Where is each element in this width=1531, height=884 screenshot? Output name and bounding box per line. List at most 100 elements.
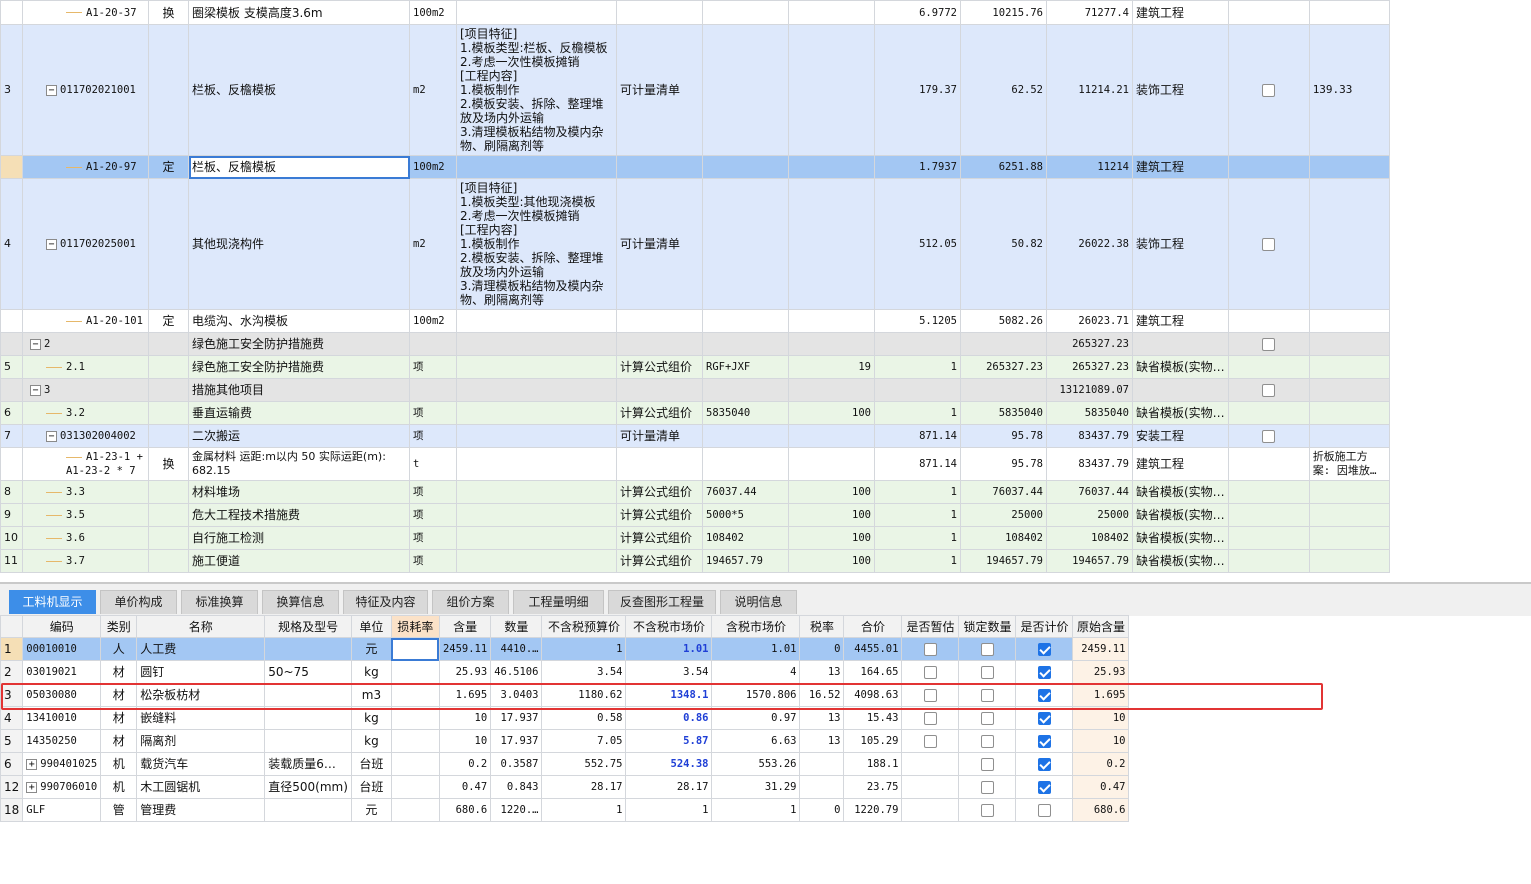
resource-spec[interactable] xyxy=(264,798,352,822)
tax-market-price[interactable]: 4 xyxy=(711,660,801,684)
expand-toggle[interactable]: + xyxy=(26,758,38,770)
lock-qty-checkbox[interactable] xyxy=(980,758,994,771)
loss-rate[interactable] xyxy=(390,660,440,684)
code-cell[interactable]: A1-23-1 + A1-23-2 * 7 xyxy=(22,447,149,481)
collapse-toggle[interactable]: − xyxy=(46,238,57,250)
resource-row[interactable]: 18 GLF 管管理费元 680.6 1220.… 1 1 1 0 1220.79 680.6 xyxy=(0,798,1130,822)
market-price[interactable]: 1 xyxy=(625,798,713,822)
priced-cell[interactable] xyxy=(1015,706,1074,730)
code-cell[interactable]: 2.1 xyxy=(22,355,149,379)
lock-qty-cell[interactable] xyxy=(958,660,1017,684)
priced-checkbox[interactable] xyxy=(1037,758,1051,771)
tax-market-price[interactable]: 553.26 xyxy=(711,752,801,776)
checkbox-cell[interactable] xyxy=(1227,480,1310,504)
measure-row[interactable]: 5 2.1 绿色施工安全防护措施费项计算公式组价 RGF+JXF 19 1 265327.2… xyxy=(0,355,1390,379)
collapse-toggle[interactable]: − xyxy=(30,338,41,350)
checkbox-cell[interactable] xyxy=(1227,378,1310,402)
checkbox[interactable] xyxy=(1262,238,1276,251)
code-cell[interactable]: −011702021001 xyxy=(22,24,149,156)
resource-name[interactable]: 圆钉 xyxy=(136,660,266,684)
tax-rate[interactable] xyxy=(799,752,845,776)
code-cell[interactable]: A1-20-97 xyxy=(22,155,149,179)
loss-rate[interactable] xyxy=(390,798,440,822)
tax-rate[interactable]: 16.52 xyxy=(799,683,845,707)
checkbox-cell[interactable] xyxy=(1227,526,1310,550)
checkbox-cell[interactable] xyxy=(1227,401,1310,425)
checkbox-cell[interactable] xyxy=(1227,332,1310,356)
estimate-checkbox[interactable] xyxy=(923,712,937,725)
checkbox[interactable] xyxy=(1262,84,1276,97)
estimate-checkbox[interactable] xyxy=(923,689,937,702)
resource-name[interactable]: 人工费 xyxy=(136,637,266,661)
measure-row[interactable]: 10 3.6 自行施工检测项计算公式组价 108402 100 1 108402 108402… xyxy=(0,526,1390,550)
resource-code[interactable]: GLF xyxy=(22,798,102,822)
tax-market-price[interactable]: 0.97 xyxy=(711,706,801,730)
item-name[interactable]: 电缆沟、水沟模板 xyxy=(188,309,410,333)
resource-row[interactable]: 5 14350250 材隔离剂 kg 10 17.937 7.05 5.87 6.63 13 105… xyxy=(0,729,1130,753)
measure-row[interactable]: 8 3.3 材料堆场项计算公式组价 76037.44 100 1 76037.44 76037… xyxy=(0,480,1390,504)
code-cell[interactable]: A1-20-37 xyxy=(22,0,149,25)
resource-name[interactable]: 松杂板枋材 xyxy=(136,683,266,707)
item-name[interactable]: 栏板、反檐模板 xyxy=(188,155,410,179)
priced-checkbox[interactable] xyxy=(1037,735,1051,748)
column-header[interactable]: 锁定数量 xyxy=(958,615,1017,638)
code-cell[interactable]: A1-20-101 xyxy=(22,309,149,333)
column-header[interactable]: 合价 xyxy=(843,615,903,638)
lock-qty-cell[interactable] xyxy=(958,798,1017,822)
code-cell[interactable]: 3.7 xyxy=(22,549,149,573)
resource-name[interactable]: 嵌缝料 xyxy=(136,706,266,730)
item-name[interactable]: 绿色施工安全防护措施费 xyxy=(188,355,410,379)
priced-cell[interactable] xyxy=(1015,798,1074,822)
market-price[interactable]: 1.01 xyxy=(625,637,713,661)
item-name[interactable]: 二次搬运 xyxy=(188,424,410,448)
tax-market-price[interactable]: 1570.806 xyxy=(711,683,801,707)
content-qty[interactable]: 2459.11 xyxy=(438,637,492,661)
tab-1[interactable]: 工料机显示 xyxy=(9,590,96,614)
priced-checkbox[interactable] xyxy=(1037,804,1051,817)
code-cell[interactable]: 3.5 xyxy=(22,503,149,527)
resource-row[interactable]: 4 13410010 材嵌缝料 kg 10 17.937 0.58 0.86 0.97 13 15.… xyxy=(0,706,1130,730)
column-header[interactable]: 编码 xyxy=(22,615,102,638)
tax-rate[interactable]: 0 xyxy=(799,798,845,822)
loss-rate[interactable] xyxy=(390,706,440,730)
measure-row[interactable]: 3−011702021001 栏板、反檐模板 m2 [项目特征] 1.模板类型:栏板、… xyxy=(0,24,1390,156)
column-header[interactable]: 是否暂估 xyxy=(901,615,960,638)
checkbox[interactable] xyxy=(1262,338,1276,351)
lock-qty-cell[interactable] xyxy=(958,775,1017,799)
lock-qty-cell[interactable] xyxy=(958,752,1017,776)
tax-rate[interactable]: 13 xyxy=(799,706,845,730)
tab-5[interactable]: 特征及内容 xyxy=(343,590,428,614)
measure-row[interactable]: A1-20-97 定栏板、反檐模板 100m2 1.7937 6251.88 11214 建… xyxy=(0,155,1390,179)
tax-market-price[interactable]: 1 xyxy=(711,798,801,822)
resource-code[interactable]: +990401025 xyxy=(22,752,102,776)
resource-spec[interactable] xyxy=(264,637,352,661)
resource-row[interactable]: 12 +990706010 机木工圆锯机 直径500(mm) 台班 0.47 0.843 28… xyxy=(0,775,1130,799)
resource-spec[interactable] xyxy=(264,729,352,753)
priced-checkbox[interactable] xyxy=(1037,781,1051,794)
estimate-checkbox[interactable] xyxy=(923,666,937,679)
tax-rate[interactable]: 13 xyxy=(799,660,845,684)
content-qty[interactable]: 25.93 xyxy=(438,660,492,684)
item-name[interactable]: 金属材料 运距:m以内 50 实际运距(m): 682.15 xyxy=(188,447,410,481)
content-qty[interactable]: 0.2 xyxy=(438,752,492,776)
priced-checkbox[interactable] xyxy=(1037,712,1051,725)
item-name[interactable]: 自行施工检测 xyxy=(188,526,410,550)
checkbox-cell[interactable] xyxy=(1227,503,1310,527)
estimate-checkbox[interactable] xyxy=(923,735,937,748)
resource-code[interactable]: 14350250 xyxy=(22,729,102,753)
lock-qty-cell[interactable] xyxy=(958,683,1017,707)
measure-row[interactable]: 11 3.7 施工便道项计算公式组价 194657.79 100 1 194657.79 19… xyxy=(0,549,1390,573)
resource-row[interactable]: 6 +990401025 机载货汽车 装载质量6… 台班 0.2 0.3587 552.75 5… xyxy=(0,752,1130,776)
item-name[interactable]: 栏板、反檐模板 xyxy=(188,24,410,156)
collapse-toggle[interactable]: − xyxy=(46,430,57,442)
lock-qty-cell[interactable] xyxy=(958,637,1017,661)
tax-market-price[interactable]: 6.63 xyxy=(711,729,801,753)
resource-code[interactable]: +990706010 xyxy=(22,775,102,799)
lock-qty-checkbox[interactable] xyxy=(980,804,994,817)
priced-cell[interactable] xyxy=(1015,660,1074,684)
measure-row[interactable]: A1-20-37 换圈梁模板 支模高度3.6m 100m2 6.9772 10215.7… xyxy=(0,0,1390,25)
column-header[interactable]: 名称 xyxy=(136,615,266,638)
code-cell[interactable]: −011702025001 xyxy=(22,178,149,310)
estimate-cell[interactable] xyxy=(901,775,960,799)
column-header[interactable]: 税率 xyxy=(799,615,845,638)
